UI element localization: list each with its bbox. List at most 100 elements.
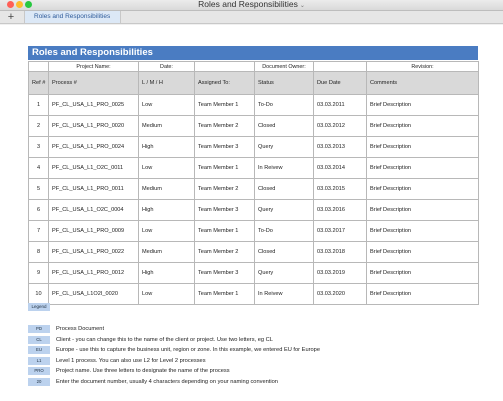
assigned-cell[interactable]: Team Member 2 [194,115,255,137]
table-row[interactable]: 3 PF_CL_USA_L1_PRO_0024 High Team Member… [28,136,479,158]
legend-description: Europe - use this to capture the busines… [56,347,320,353]
table-row[interactable]: 6 PF_CL_USA_L1_O2C_0004 High Team Member… [28,199,479,221]
column-header-due-date: Due Date [313,71,367,95]
comments-cell[interactable]: Brief Description [366,241,479,263]
status-cell[interactable]: Closed [254,178,314,200]
assigned-cell[interactable]: Team Member 3 [194,262,255,284]
priority-cell[interactable]: Low [138,220,195,242]
priority-cell[interactable]: Medium [138,178,195,200]
due-date-cell[interactable]: 03.03.2011 [313,94,367,116]
status-cell[interactable]: In Reivew [254,283,314,305]
legend-description: Process Document [56,326,105,332]
due-date-cell[interactable]: 03.03.2016 [313,199,367,221]
process-cell[interactable]: PF_CL_USA_L1_PRO_0020 [48,115,139,137]
priority-cell[interactable]: Low [138,94,195,116]
legend-code: L1 [28,356,50,365]
process-cell[interactable]: PF_CL_USA_L1O2I_0020 [48,283,139,305]
table-row[interactable]: 4 PF_CL_USA_L1_O2C_0011 Low Team Member … [28,157,479,179]
spreadsheet-canvas: Roles and Responsibilities Project Name:… [0,24,503,401]
process-cell[interactable]: PF_CL_USA_L1_PRO_0022 [48,241,139,263]
legend-list: PD Process Document CL Client - you can … [28,324,488,387]
column-header-process: Process # [48,71,139,95]
priority-cell[interactable]: High [138,136,195,158]
priority-cell[interactable]: Low [138,157,195,179]
ref-cell[interactable]: 6 [28,199,49,221]
date-value-cell[interactable] [194,61,255,72]
due-date-cell[interactable]: 03.03.2020 [313,283,367,305]
priority-cell[interactable]: Medium [138,115,195,137]
status-cell[interactable]: To-Do [254,220,314,242]
process-cell[interactable]: PF_CL_USA_L1_PRO_0024 [48,136,139,158]
process-cell[interactable]: PF_CL_USA_L1_PRO_0012 [48,262,139,284]
comments-cell[interactable]: Brief Description [366,178,479,200]
ref-cell[interactable]: 8 [28,241,49,263]
due-date-cell[interactable]: 03.03.2017 [313,220,367,242]
comments-cell[interactable]: Brief Description [366,220,479,242]
comments-cell[interactable]: Brief Description [366,199,479,221]
assigned-cell[interactable]: Team Member 3 [194,199,255,221]
assigned-cell[interactable]: Team Member 3 [194,136,255,158]
ref-cell[interactable]: 5 [28,178,49,200]
status-cell[interactable]: Query [254,199,314,221]
legend-code: EU [28,346,50,354]
ref-cell[interactable]: 3 [28,136,49,158]
legend-description: Enter the document number, usually 4 cha… [56,378,278,385]
process-cell[interactable]: PF_CL_USA_L1_O2C_0011 [48,157,139,179]
assigned-cell[interactable]: Team Member 1 [194,220,255,242]
priority-cell[interactable]: High [138,262,195,284]
ref-cell[interactable]: 1 [28,94,49,116]
status-cell[interactable]: To-Do [254,94,314,116]
comments-cell[interactable]: Brief Description [366,157,479,179]
comments-cell[interactable]: Brief Description [366,136,479,158]
due-date-cell[interactable]: 03.03.2015 [313,178,367,200]
comments-cell[interactable]: Brief Description [366,94,479,116]
table-row[interactable]: 5 PF_CL_USA_L1_PRO_0011 Medium Team Memb… [28,178,479,200]
process-cell[interactable]: PF_CL_USA_L1_O2C_0004 [48,199,139,221]
chevron-down-icon[interactable]: ⌄ [300,3,305,9]
assigned-cell[interactable]: Team Member 1 [194,94,255,116]
status-cell[interactable]: Closed [254,115,314,137]
process-cell[interactable]: PF_CL_USA_L1_PRO_0025 [48,94,139,116]
table-row[interactable]: 8 PF_CL_USA_L1_PRO_0022 Medium Team Memb… [28,241,479,263]
ref-cell[interactable]: 2 [28,115,49,137]
document-owner-value-cell[interactable] [313,61,367,72]
status-cell[interactable]: Query [254,136,314,158]
assigned-cell[interactable]: Team Member 1 [194,157,255,179]
table-row[interactable]: 2 PF_CL_USA_L1_PRO_0020 Medium Team Memb… [28,115,479,137]
assigned-cell[interactable]: Team Member 2 [194,178,255,200]
tab-roles-and-responsibilities[interactable]: Roles and Responsibilities [24,11,121,23]
process-cell[interactable]: PF_CL_USA_L1_PRO_0009 [48,220,139,242]
legend-label: Legend [28,303,50,311]
due-date-cell[interactable]: 03.03.2014 [313,157,367,179]
legend-item: L1 Level 1 process. You can also use L2 … [28,356,488,367]
status-cell[interactable]: Query [254,262,314,284]
priority-cell[interactable]: Medium [138,241,195,263]
status-cell[interactable]: Closed [254,241,314,263]
ref-cell[interactable]: 4 [28,157,49,179]
table-row[interactable]: 7 PF_CL_USA_L1_PRO_0009 Low Team Member … [28,220,479,242]
comments-cell[interactable]: Brief Description [366,115,479,137]
comments-cell[interactable]: Brief Description [366,262,479,284]
project-name-label: Project Name: [48,61,139,72]
add-sheet-button[interactable]: + [2,11,20,23]
due-date-cell[interactable]: 03.03.2012 [313,115,367,137]
table-row[interactable]: 9 PF_CL_USA_L1_PRO_0012 High Team Member… [28,262,479,284]
ref-cell[interactable]: 7 [28,220,49,242]
assigned-cell[interactable]: Team Member 1 [194,283,255,305]
status-cell[interactable]: In Reivew [254,157,314,179]
table-row[interactable]: 10 PF_CL_USA_L1O2I_0020 Low Team Member … [28,283,479,305]
priority-cell[interactable]: High [138,199,195,221]
process-cell[interactable]: PF_CL_USA_L1_PRO_0011 [48,178,139,200]
ref-cell[interactable]: 10 [28,283,49,305]
ref-cell[interactable]: 9 [28,262,49,284]
due-date-cell[interactable]: 03.03.2019 [313,262,367,284]
due-date-cell[interactable]: 03.03.2018 [313,241,367,263]
assigned-cell[interactable]: Team Member 2 [194,241,255,263]
table-row[interactable]: 1 PF_CL_USA_L1_PRO_0025 Low Team Member … [28,94,479,116]
comments-cell[interactable]: Brief Description [366,283,479,305]
legend-description: Client - you can change this to the name… [56,336,273,343]
legend-code: PRO [28,367,50,375]
due-date-cell[interactable]: 03.03.2013 [313,136,367,158]
priority-cell[interactable]: Low [138,283,195,305]
meta-cell-blank [28,61,49,72]
